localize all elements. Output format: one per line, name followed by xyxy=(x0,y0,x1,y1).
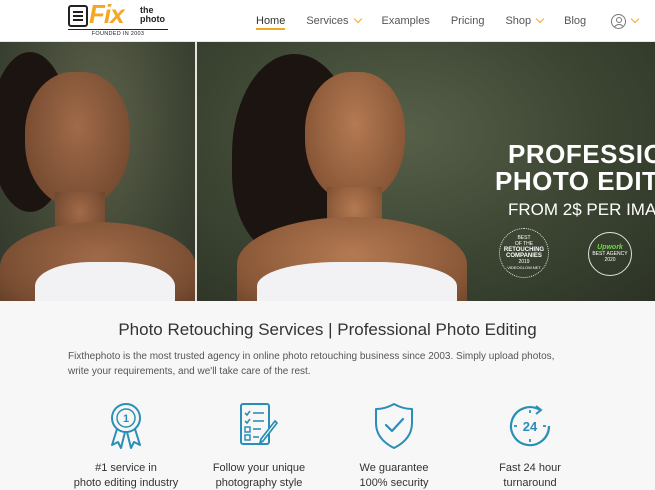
feature-line: turnaround xyxy=(503,477,557,489)
before-photo xyxy=(0,42,196,301)
page-title: Photo Retouching Services | Professional… xyxy=(118,320,537,339)
site-header: Fix the photo FOUNDED IN 2003 Home Servi… xyxy=(0,0,655,42)
nav-item-label: Examples xyxy=(381,15,430,27)
hero-headline-line2: PHOTO EDIT xyxy=(495,166,655,196)
intro-section: Photo Retouching Services | Professional… xyxy=(0,301,655,490)
feature-line: We guarantee xyxy=(359,462,429,474)
nav-item-shop[interactable]: Shop xyxy=(501,0,545,42)
nav-item-label: Blog xyxy=(564,15,587,27)
feature-line: photography style xyxy=(215,477,303,489)
logo-founded-text: FOUNDED IN 2003 xyxy=(68,29,168,37)
award-badge: BEST OF THE RETOUCHING COMPANIES 2019 VI… xyxy=(499,228,549,278)
hero-price-text: FROM 2$ PER IMAGE xyxy=(508,200,655,219)
feature-line: 100% security xyxy=(359,477,429,489)
clock-24-icon: 24 xyxy=(509,405,551,447)
nav-item-examples[interactable]: Examples xyxy=(378,0,430,42)
nav-item-pricing[interactable]: Pricing xyxy=(447,0,485,42)
feature-line: Fast 24 hour xyxy=(499,462,561,474)
svg-text:24: 24 xyxy=(523,419,538,434)
chevron-down-icon xyxy=(535,14,545,24)
logo-photo-text: photo xyxy=(140,14,165,24)
svg-text:1: 1 xyxy=(123,413,129,425)
logo-fix-text: Fix xyxy=(89,0,125,29)
main-nav: Home Services Examples Pricing Shop Blog xyxy=(252,0,640,42)
feature-item: Follow your unique photography style xyxy=(194,401,324,490)
nav-item-services[interactable]: Services xyxy=(302,0,362,42)
badge-text: VIDEOGLOW.NET xyxy=(507,265,541,270)
nav-item-label: Pricing xyxy=(450,15,485,27)
medal-icon: 1 xyxy=(111,403,141,449)
checklist-icon xyxy=(240,403,278,445)
shield-check-icon xyxy=(375,403,413,449)
feature-line: photo editing industry xyxy=(73,477,179,489)
feature-item: 1 #1 service in photo editing industry xyxy=(61,401,191,490)
upwork-badge: Upwork BEST AGENCY 2020 xyxy=(588,232,632,276)
intro-description: Fixthephoto is the most trusted agency i… xyxy=(68,351,555,377)
nav-item-label: Shop xyxy=(505,15,532,27)
nav-item-blog[interactable]: Blog xyxy=(560,0,586,42)
logo[interactable]: Fix the photo FOUNDED IN 2003 xyxy=(68,0,172,37)
logo-mark-icon xyxy=(68,5,88,27)
badge-text: 2020 xyxy=(604,257,616,263)
nav-item-label: Services xyxy=(306,15,349,27)
chevron-down-icon xyxy=(630,14,640,24)
chevron-down-icon xyxy=(353,14,362,24)
nav-item-label: Home xyxy=(256,15,286,27)
feature-line: Follow your unique xyxy=(212,462,306,474)
feature-line: #1 service in xyxy=(95,462,157,474)
nav-item-home[interactable]: Home xyxy=(252,0,286,42)
user-icon xyxy=(611,13,627,29)
feature-item: We guarantee 100% security xyxy=(329,401,459,490)
hero-slider: PROFESSIO PHOTO EDIT FROM 2$ PER IMAGE B… xyxy=(0,42,655,301)
feature-item: 24 Fast 24 hour turnaround xyxy=(465,401,595,490)
hero-headline-line1: PROFESSIO xyxy=(508,139,655,169)
account-menu[interactable] xyxy=(611,13,640,29)
